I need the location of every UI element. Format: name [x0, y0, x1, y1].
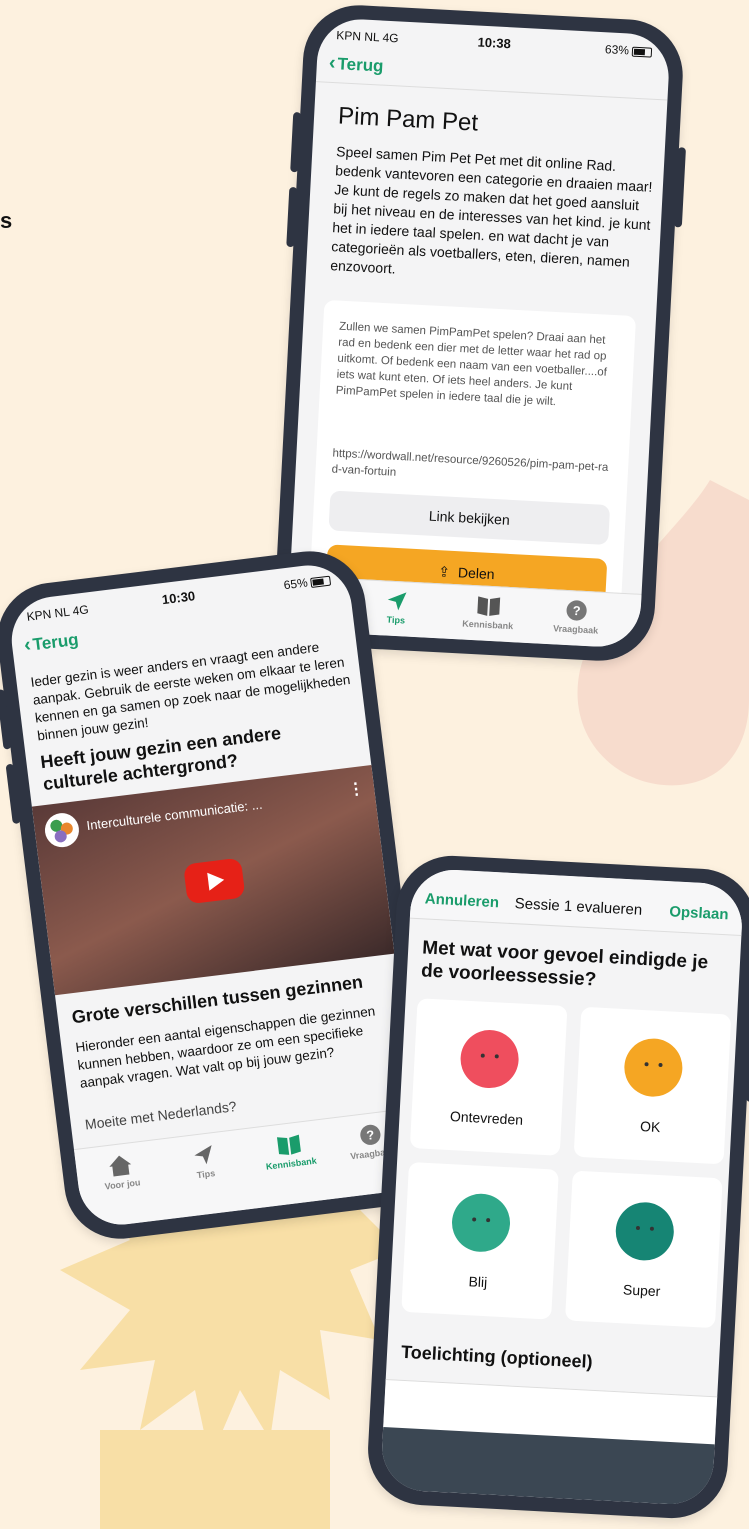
volume-button	[5, 763, 21, 825]
mood-label: OK	[639, 1118, 661, 1136]
sad-face-icon	[459, 1028, 521, 1090]
page-title: Sessie 1 evalueren	[514, 895, 643, 919]
back-button[interactable]: ‹Terug	[23, 628, 80, 657]
very-happy-face-icon	[614, 1200, 676, 1262]
play-icon	[207, 870, 226, 891]
tab-voor-jou[interactable]: Voor jou	[89, 1151, 153, 1193]
back-button[interactable]: ‹Terug	[328, 52, 384, 78]
screen: Annuleren Sessie 1 evalueren Opslaan Met…	[379, 867, 745, 1507]
battery-indicator: 63%	[605, 42, 653, 58]
mood-option-blij[interactable]: Blij	[401, 1161, 559, 1320]
screen: KPN NL 4G 10:38 63% ‹Terug Pim Pam Pet S…	[287, 17, 671, 649]
battery-icon	[310, 575, 332, 588]
chevron-left-icon: ‹	[22, 633, 33, 657]
channel-logo	[43, 811, 81, 850]
mood-option-super[interactable]: Super	[565, 1170, 723, 1329]
notes-heading: Toelichting (optioneel)	[400, 1341, 594, 1372]
tab-label: Kennisbank	[461, 618, 514, 632]
question-icon: ?	[566, 600, 587, 621]
tab-tips[interactable]: Tips	[366, 589, 428, 627]
cancel-button[interactable]: Annuleren	[424, 890, 499, 911]
happy-face-icon	[450, 1192, 512, 1254]
status-bar: KPN NL 4G 10:30 65%	[7, 561, 350, 630]
card-link[interactable]: https://wordwall.net/resource/9260526/pi…	[331, 446, 612, 493]
battery-percent: 63%	[604, 42, 630, 58]
link-button[interactable]: Link bekijken	[328, 490, 611, 546]
svg-text:?: ?	[572, 603, 581, 618]
save-button[interactable]: Opslaan	[669, 903, 729, 923]
intro-text: Speel samen Pim Pet Pet met dit online R…	[329, 143, 653, 277]
volume-button	[0, 689, 12, 750]
screen: KPN NL 4G 10:30 65% ‹Terug Ieder gezin i…	[6, 560, 424, 1230]
neutral-face-icon	[622, 1037, 684, 1099]
nav-bar: Annuleren Sessie 1 evalueren Opslaan	[409, 867, 745, 937]
question-heading: Met wat voor gevoel eindigde je de voorl…	[420, 937, 709, 991]
home-icon	[109, 1155, 132, 1177]
tab-label: Tips	[196, 1168, 216, 1181]
volume-button	[290, 111, 302, 173]
tab-kennisbank[interactable]: Kennisbank	[250, 1129, 330, 1173]
play-button[interactable]	[183, 857, 246, 905]
link-button-label: Link bekijken	[428, 507, 511, 528]
power-button	[673, 147, 686, 228]
tab-tips[interactable]: Tips	[173, 1141, 237, 1183]
back-label: Terug	[31, 629, 80, 655]
book-icon	[276, 1134, 301, 1155]
share-button-label: Delen	[457, 564, 495, 583]
paper-plane-icon	[194, 1145, 212, 1165]
card-text: Zullen we samen PimPamPet spelen? Draai …	[335, 320, 608, 409]
paper-plane-icon	[387, 592, 407, 611]
mood-option-ontevreden[interactable]: Ontevreden	[409, 998, 568, 1156]
tab-label: Tips	[386, 614, 406, 626]
tab-kennisbank[interactable]: Kennisbank	[453, 593, 525, 632]
battery-percent: 65%	[282, 575, 309, 593]
volume-button	[286, 186, 298, 248]
tab-vraagbaak[interactable]: ? Vraagbaak	[545, 598, 607, 636]
more-options-icon[interactable]: ⋮	[347, 778, 365, 800]
mood-option-ok[interactable]: OK	[573, 1006, 732, 1165]
tab-label: Vraagbaak	[552, 623, 599, 636]
tab-label: Voor jou	[104, 1177, 141, 1192]
video-player[interactable]: Interculturele communicatie: ... ⋮	[31, 764, 395, 996]
question-icon: ?	[360, 1124, 381, 1145]
mood-label: Super	[622, 1281, 661, 1300]
phone-left: KPN NL 4G 10:30 65% ‹Terug Ieder gezin i…	[0, 544, 439, 1246]
page-title: Pim Pam Pet	[337, 102, 479, 137]
mood-label: Blij	[468, 1273, 488, 1291]
chevron-left-icon: ‹	[328, 51, 337, 75]
video-title: Interculturele communicatie: ...	[85, 796, 264, 834]
mood-label: Ontevreden	[449, 1108, 524, 1128]
tab-label: Kennisbank	[265, 1155, 318, 1172]
back-label: Terug	[337, 54, 384, 76]
book-icon	[477, 596, 501, 616]
battery-icon	[631, 46, 653, 58]
phone-right: Annuleren Sessie 1 evalueren Opslaan Met…	[365, 853, 749, 1521]
cut-off-text-fragment: s	[0, 208, 13, 233]
